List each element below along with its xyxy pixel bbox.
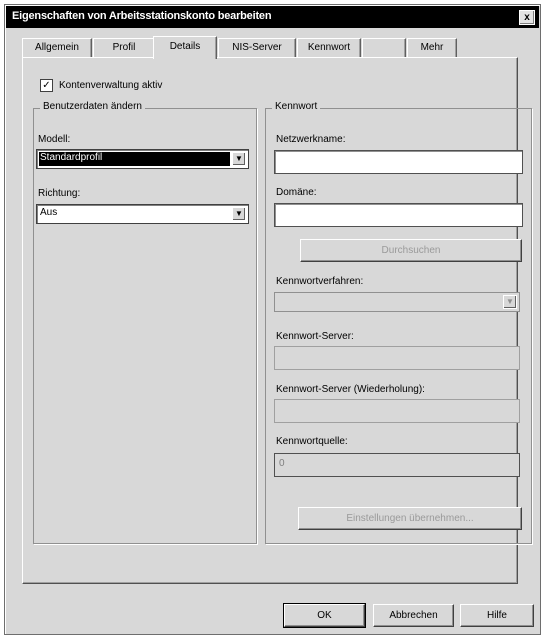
- model-value: Standardprofil: [40, 152, 103, 163]
- window-title: Eigenschaften von Arbeitsstationskonto b…: [12, 10, 272, 22]
- domain-label: Domäne:: [276, 187, 317, 198]
- chevron-down-icon[interactable]: ▼: [503, 295, 517, 309]
- password-server-input[interactable]: [274, 346, 520, 370]
- tab-empty[interactable]: [362, 38, 406, 57]
- tab-more[interactable]: Mehr: [407, 38, 457, 57]
- network-name-label: Netzwerkname:: [276, 134, 346, 145]
- tab-nis-server[interactable]: NIS-Server: [218, 38, 296, 57]
- model-dropdown[interactable]: Standardprofil ▼: [36, 149, 249, 169]
- password-server-repeat-input[interactable]: [274, 399, 520, 423]
- help-button[interactable]: Hilfe: [460, 604, 534, 627]
- model-label: Modell:: [38, 134, 71, 145]
- apply-settings-button[interactable]: Einstellungen übernehmen...: [298, 507, 522, 530]
- password-source-value: 0: [279, 458, 285, 469]
- password-source-label: Kennwortquelle:: [276, 436, 348, 447]
- left-group-title: Benutzerdaten ändern: [40, 101, 145, 112]
- title-bar: Eigenschaften von Arbeitsstationskonto b…: [6, 6, 539, 28]
- cancel-button[interactable]: Abbrechen: [373, 604, 454, 627]
- tab-profile[interactable]: Profil: [93, 38, 155, 57]
- network-name-input[interactable]: [274, 150, 523, 174]
- right-group-title: Kennwort: [272, 101, 321, 112]
- account-active-checkbox[interactable]: ✓: [40, 79, 53, 92]
- tab-password[interactable]: Kennwort: [297, 38, 361, 57]
- direction-label: Richtung:: [38, 188, 81, 199]
- password-method-dropdown[interactable]: ▼: [274, 292, 520, 312]
- tab-general[interactable]: Allgemein: [22, 38, 92, 57]
- domain-input[interactable]: [274, 203, 523, 227]
- chevron-down-icon[interactable]: ▼: [232, 152, 246, 166]
- password-server-label: Kennwort-Server:: [276, 331, 354, 342]
- password-method-label: Kennwortverfahren:: [276, 276, 364, 287]
- password-server-repeat-label: Kennwort-Server (Wiederholung):: [276, 384, 425, 395]
- browse-button[interactable]: Durchsuchen: [300, 239, 522, 262]
- tab-details[interactable]: Details: [153, 36, 217, 59]
- close-icon[interactable]: x: [519, 10, 535, 25]
- direction-dropdown[interactable]: Aus ▼: [36, 204, 249, 224]
- direction-value: Aus: [40, 207, 58, 218]
- ok-button[interactable]: OK: [283, 603, 366, 628]
- account-active-checkbox-row[interactable]: ✓ Kontenverwaltung aktiv: [40, 79, 162, 92]
- chevron-down-icon[interactable]: ▼: [232, 207, 246, 221]
- password-source-input[interactable]: 0: [274, 453, 520, 477]
- account-active-label: Kontenverwaltung aktiv: [59, 80, 163, 91]
- left-groupbox: Benutzerdaten ändern: [33, 101, 257, 544]
